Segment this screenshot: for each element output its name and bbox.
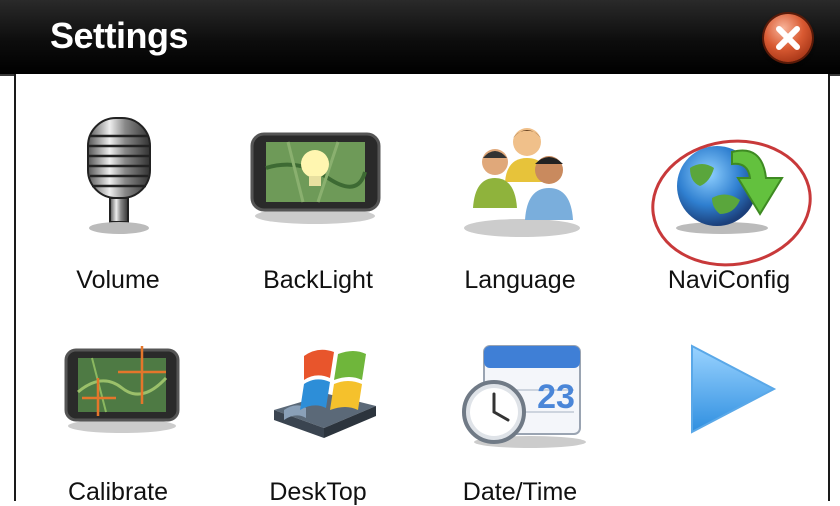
window-title: Settings: [50, 15, 189, 56]
microphone-icon: [87, 117, 151, 234]
map-crosshair-icon: [64, 346, 180, 433]
close-button[interactable]: [764, 14, 812, 62]
desktop-label: DeskTop: [269, 478, 367, 506]
title-bar: Settings: [0, 0, 840, 76]
backlight-tile[interactable]: [248, 128, 383, 228]
datetime-label: Date/Time: [462, 478, 578, 506]
calendar-day-text: 23: [537, 378, 575, 416]
calendar-clock-icon: 23: [462, 345, 586, 448]
language-label: Language: [464, 266, 576, 294]
naviconfig-label: NaviConfig: [667, 266, 791, 294]
next-page-button[interactable]: [688, 342, 778, 437]
language-tile[interactable]: [455, 120, 590, 240]
close-icon: [776, 26, 800, 50]
lightbulb-screen-icon: [250, 132, 381, 224]
calibrate-tile[interactable]: [62, 342, 182, 437]
people-icon: [464, 128, 580, 237]
datetime-tile[interactable]: 23: [460, 340, 590, 450]
next-page-arrow-icon: [691, 344, 777, 434]
calibrate-label: Calibrate: [67, 478, 169, 506]
backlight-label: BackLight: [263, 266, 373, 294]
desktop-tile[interactable]: [268, 330, 383, 440]
windows-desktop-icon: [274, 349, 376, 438]
volume-label: Volume: [76, 266, 160, 294]
volume-tile[interactable]: [74, 110, 164, 240]
